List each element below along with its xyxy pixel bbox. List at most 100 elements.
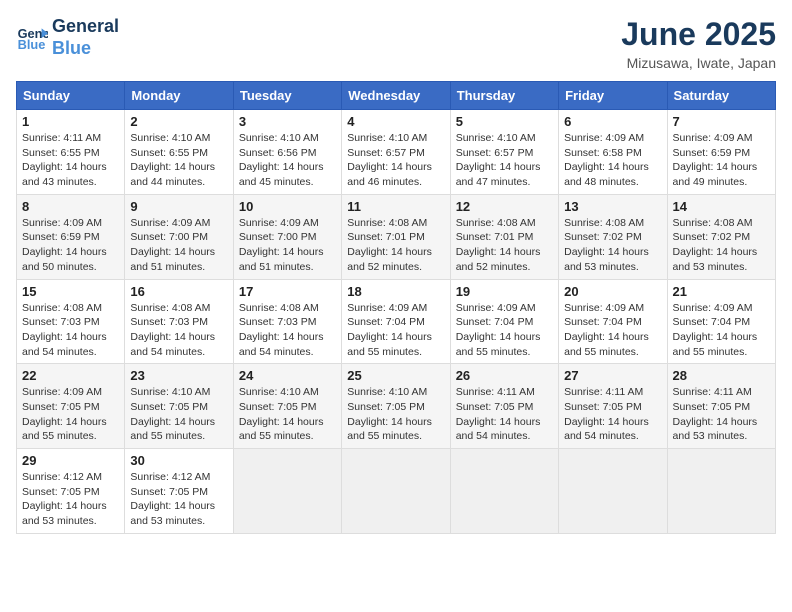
calendar-week-row: 8 Sunrise: 4:09 AM Sunset: 6:59 PM Dayli… xyxy=(17,194,776,279)
day-number: 26 xyxy=(456,368,553,383)
empty-cell xyxy=(667,449,775,534)
day-number: 7 xyxy=(673,114,770,129)
day-detail: Sunrise: 4:08 AM Sunset: 7:01 PM Dayligh… xyxy=(347,216,444,275)
day-detail: Sunrise: 4:09 AM Sunset: 7:05 PM Dayligh… xyxy=(22,385,119,444)
table-row: 16 Sunrise: 4:08 AM Sunset: 7:03 PM Dayl… xyxy=(125,279,233,364)
day-number: 10 xyxy=(239,199,336,214)
day-number: 25 xyxy=(347,368,444,383)
day-detail: Sunrise: 4:11 AM Sunset: 6:55 PM Dayligh… xyxy=(22,131,119,190)
table-row: 29 Sunrise: 4:12 AM Sunset: 7:05 PM Dayl… xyxy=(17,449,125,534)
calendar-week-row: 1 Sunrise: 4:11 AM Sunset: 6:55 PM Dayli… xyxy=(17,110,776,195)
page-header: General Blue GeneralBlue June 2025 Mizus… xyxy=(16,16,776,71)
table-row: 8 Sunrise: 4:09 AM Sunset: 6:59 PM Dayli… xyxy=(17,194,125,279)
day-detail: Sunrise: 4:10 AM Sunset: 6:56 PM Dayligh… xyxy=(239,131,336,190)
table-row: 24 Sunrise: 4:10 AM Sunset: 7:05 PM Dayl… xyxy=(233,364,341,449)
day-detail: Sunrise: 4:08 AM Sunset: 7:01 PM Dayligh… xyxy=(456,216,553,275)
day-number: 6 xyxy=(564,114,661,129)
logo: General Blue GeneralBlue xyxy=(16,16,119,59)
day-number: 30 xyxy=(130,453,227,468)
empty-cell xyxy=(342,449,450,534)
table-row: 23 Sunrise: 4:10 AM Sunset: 7:05 PM Dayl… xyxy=(125,364,233,449)
day-number: 13 xyxy=(564,199,661,214)
table-row: 11 Sunrise: 4:08 AM Sunset: 7:01 PM Dayl… xyxy=(342,194,450,279)
calendar-week-row: 22 Sunrise: 4:09 AM Sunset: 7:05 PM Dayl… xyxy=(17,364,776,449)
table-row: 18 Sunrise: 4:09 AM Sunset: 7:04 PM Dayl… xyxy=(342,279,450,364)
day-detail: Sunrise: 4:08 AM Sunset: 7:02 PM Dayligh… xyxy=(564,216,661,275)
day-detail: Sunrise: 4:11 AM Sunset: 7:05 PM Dayligh… xyxy=(564,385,661,444)
day-detail: Sunrise: 4:09 AM Sunset: 7:04 PM Dayligh… xyxy=(673,301,770,360)
calendar-table: Sunday Monday Tuesday Wednesday Thursday… xyxy=(16,81,776,534)
day-detail: Sunrise: 4:10 AM Sunset: 7:05 PM Dayligh… xyxy=(239,385,336,444)
table-row: 15 Sunrise: 4:08 AM Sunset: 7:03 PM Dayl… xyxy=(17,279,125,364)
col-wednesday: Wednesday xyxy=(342,82,450,110)
table-row: 21 Sunrise: 4:09 AM Sunset: 7:04 PM Dayl… xyxy=(667,279,775,364)
day-detail: Sunrise: 4:09 AM Sunset: 7:00 PM Dayligh… xyxy=(239,216,336,275)
day-number: 17 xyxy=(239,284,336,299)
day-number: 19 xyxy=(456,284,553,299)
calendar-header-row: Sunday Monday Tuesday Wednesday Thursday… xyxy=(17,82,776,110)
day-detail: Sunrise: 4:08 AM Sunset: 7:03 PM Dayligh… xyxy=(130,301,227,360)
calendar-week-row: 29 Sunrise: 4:12 AM Sunset: 7:05 PM Dayl… xyxy=(17,449,776,534)
table-row: 28 Sunrise: 4:11 AM Sunset: 7:05 PM Dayl… xyxy=(667,364,775,449)
calendar-week-row: 15 Sunrise: 4:08 AM Sunset: 7:03 PM Dayl… xyxy=(17,279,776,364)
col-sunday: Sunday xyxy=(17,82,125,110)
day-detail: Sunrise: 4:10 AM Sunset: 6:57 PM Dayligh… xyxy=(347,131,444,190)
table-row: 9 Sunrise: 4:09 AM Sunset: 7:00 PM Dayli… xyxy=(125,194,233,279)
month-title: June 2025 xyxy=(621,16,776,53)
table-row: 30 Sunrise: 4:12 AM Sunset: 7:05 PM Dayl… xyxy=(125,449,233,534)
day-number: 2 xyxy=(130,114,227,129)
day-detail: Sunrise: 4:10 AM Sunset: 7:05 PM Dayligh… xyxy=(347,385,444,444)
day-detail: Sunrise: 4:11 AM Sunset: 7:05 PM Dayligh… xyxy=(673,385,770,444)
table-row: 13 Sunrise: 4:08 AM Sunset: 7:02 PM Dayl… xyxy=(559,194,667,279)
table-row: 27 Sunrise: 4:11 AM Sunset: 7:05 PM Dayl… xyxy=(559,364,667,449)
day-number: 23 xyxy=(130,368,227,383)
day-detail: Sunrise: 4:09 AM Sunset: 6:59 PM Dayligh… xyxy=(22,216,119,275)
empty-cell xyxy=(450,449,558,534)
day-detail: Sunrise: 4:09 AM Sunset: 7:04 PM Dayligh… xyxy=(564,301,661,360)
day-detail: Sunrise: 4:09 AM Sunset: 7:04 PM Dayligh… xyxy=(456,301,553,360)
day-detail: Sunrise: 4:12 AM Sunset: 7:05 PM Dayligh… xyxy=(22,470,119,529)
day-number: 8 xyxy=(22,199,119,214)
day-detail: Sunrise: 4:09 AM Sunset: 6:58 PM Dayligh… xyxy=(564,131,661,190)
day-detail: Sunrise: 4:09 AM Sunset: 7:04 PM Dayligh… xyxy=(347,301,444,360)
table-row: 7 Sunrise: 4:09 AM Sunset: 6:59 PM Dayli… xyxy=(667,110,775,195)
table-row: 17 Sunrise: 4:08 AM Sunset: 7:03 PM Dayl… xyxy=(233,279,341,364)
day-detail: Sunrise: 4:12 AM Sunset: 7:05 PM Dayligh… xyxy=(130,470,227,529)
day-number: 5 xyxy=(456,114,553,129)
col-friday: Friday xyxy=(559,82,667,110)
day-number: 18 xyxy=(347,284,444,299)
table-row: 14 Sunrise: 4:08 AM Sunset: 7:02 PM Dayl… xyxy=(667,194,775,279)
day-number: 12 xyxy=(456,199,553,214)
col-tuesday: Tuesday xyxy=(233,82,341,110)
day-number: 22 xyxy=(22,368,119,383)
day-number: 4 xyxy=(347,114,444,129)
day-number: 20 xyxy=(564,284,661,299)
day-detail: Sunrise: 4:10 AM Sunset: 6:57 PM Dayligh… xyxy=(456,131,553,190)
day-detail: Sunrise: 4:10 AM Sunset: 7:05 PM Dayligh… xyxy=(130,385,227,444)
day-number: 27 xyxy=(564,368,661,383)
day-number: 24 xyxy=(239,368,336,383)
day-detail: Sunrise: 4:11 AM Sunset: 7:05 PM Dayligh… xyxy=(456,385,553,444)
title-block: June 2025 Mizusawa, Iwate, Japan xyxy=(621,16,776,71)
table-row: 20 Sunrise: 4:09 AM Sunset: 7:04 PM Dayl… xyxy=(559,279,667,364)
table-row: 25 Sunrise: 4:10 AM Sunset: 7:05 PM Dayl… xyxy=(342,364,450,449)
day-number: 15 xyxy=(22,284,119,299)
day-detail: Sunrise: 4:09 AM Sunset: 6:59 PM Dayligh… xyxy=(673,131,770,190)
day-number: 11 xyxy=(347,199,444,214)
table-row: 1 Sunrise: 4:11 AM Sunset: 6:55 PM Dayli… xyxy=(17,110,125,195)
day-number: 3 xyxy=(239,114,336,129)
table-row: 3 Sunrise: 4:10 AM Sunset: 6:56 PM Dayli… xyxy=(233,110,341,195)
table-row: 6 Sunrise: 4:09 AM Sunset: 6:58 PM Dayli… xyxy=(559,110,667,195)
day-number: 29 xyxy=(22,453,119,468)
table-row: 12 Sunrise: 4:08 AM Sunset: 7:01 PM Dayl… xyxy=(450,194,558,279)
col-monday: Monday xyxy=(125,82,233,110)
day-detail: Sunrise: 4:09 AM Sunset: 7:00 PM Dayligh… xyxy=(130,216,227,275)
empty-cell xyxy=(233,449,341,534)
empty-cell xyxy=(559,449,667,534)
table-row: 2 Sunrise: 4:10 AM Sunset: 6:55 PM Dayli… xyxy=(125,110,233,195)
day-number: 21 xyxy=(673,284,770,299)
col-saturday: Saturday xyxy=(667,82,775,110)
col-thursday: Thursday xyxy=(450,82,558,110)
day-number: 9 xyxy=(130,199,227,214)
day-number: 28 xyxy=(673,368,770,383)
